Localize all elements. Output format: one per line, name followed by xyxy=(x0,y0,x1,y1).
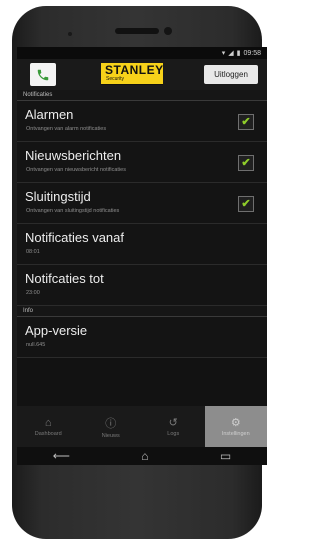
info-icon: ⓘ xyxy=(105,417,117,430)
setting-row-notifications-from[interactable]: Notificaties vanaf 08:01 xyxy=(17,224,267,265)
logo-text: STANLEY xyxy=(105,63,164,77)
earpiece-speaker xyxy=(115,28,159,34)
tab-label: Dashboard xyxy=(34,430,62,437)
tab-label: Instellingen xyxy=(221,431,250,437)
setting-value: 23:00 xyxy=(26,290,40,296)
app-header: STANLEY Security Uitloggen xyxy=(17,59,267,90)
setting-subtitle: Ontvangen van alarm notificaties xyxy=(26,126,107,132)
setting-title: Notificaties vanaf xyxy=(25,230,124,245)
home-button-icon[interactable]: ⌂ xyxy=(141,450,148,462)
tab-dashboard[interactable]: ⌂ Dashboard xyxy=(17,406,80,447)
signal-icon: ◢ xyxy=(228,49,234,57)
logo-subtext: Security xyxy=(106,76,125,82)
closing-time-checkbox[interactable]: ✔ xyxy=(238,196,254,212)
battery-icon: ▮ xyxy=(236,49,241,57)
proximity-sensor xyxy=(68,32,72,36)
tab-label: Nieuws xyxy=(101,432,120,439)
logout-button[interactable]: Uitloggen xyxy=(204,65,258,84)
status-bar: ▾ ◢ ▮ 09:58 xyxy=(17,47,267,59)
stanley-logo: STANLEY Security xyxy=(101,63,163,85)
checkmark-icon: ✔ xyxy=(241,156,251,169)
setting-value: 08:01 xyxy=(26,249,40,255)
alarms-checkbox[interactable]: ✔ xyxy=(238,114,254,130)
back-icon[interactable]: ⟵ xyxy=(53,450,70,462)
setting-subtitle: Ontvangen van sluitingstijd notificaties xyxy=(26,208,120,214)
setting-title: Sluitingstijd xyxy=(25,189,91,204)
tab-settings[interactable]: ⚙ Instellingen xyxy=(204,406,267,447)
phone-icon xyxy=(37,69,49,80)
setting-value: null.645 xyxy=(26,342,46,348)
setting-subtitle: Ontvangen van nieuwsbericht notificaties xyxy=(26,167,126,173)
setting-row-closing-time[interactable]: Sluitingstijd Ontvangen van sluitingstij… xyxy=(17,183,267,224)
setting-row-alarms[interactable]: Alarmen Ontvangen van alarm notificaties… xyxy=(17,101,267,142)
checkmark-icon: ✔ xyxy=(241,115,251,128)
section-header-notifications: Notificaties xyxy=(17,90,267,101)
section-header-info: Info xyxy=(17,306,267,317)
setting-title: Notifcaties tot xyxy=(25,271,104,286)
setting-title: Nieuwsberichten xyxy=(25,148,122,163)
setting-row-notifications-until[interactable]: Notifcaties tot 23:00 xyxy=(17,265,267,306)
bottom-nav: ⌂ Dashboard ⓘ Nieuws ↺ Logs ⚙ Instelling… xyxy=(17,406,267,447)
history-icon: ↺ xyxy=(168,417,178,429)
checkmark-icon: ✔ xyxy=(241,197,251,210)
setting-row-news[interactable]: Nieuwsberichten Ontvangen van nieuwsberi… xyxy=(17,142,267,183)
home-icon: ⌂ xyxy=(44,416,52,429)
settings-icon: ⚙ xyxy=(230,417,241,429)
status-time: 09:58 xyxy=(243,49,261,57)
screen: ▾ ◢ ▮ 09:58 STANLEY Security Uitloggen N… xyxy=(17,47,267,465)
setting-row-app-version: App-versie null.645 xyxy=(17,317,267,358)
call-button[interactable] xyxy=(30,63,56,86)
system-nav-bar: ⟵ ⌂ ▭ xyxy=(17,447,267,465)
setting-title: App-versie xyxy=(25,323,88,338)
news-checkbox[interactable]: ✔ xyxy=(238,155,254,171)
front-camera xyxy=(164,27,172,35)
tab-label: Logs xyxy=(167,431,180,437)
tab-news[interactable]: ⓘ Nieuws xyxy=(80,406,143,447)
wifi-icon: ▾ xyxy=(221,49,226,57)
recent-apps-icon[interactable]: ▭ xyxy=(220,450,231,462)
tab-logs[interactable]: ↺ Logs xyxy=(142,406,205,447)
setting-title: Alarmen xyxy=(25,107,74,122)
